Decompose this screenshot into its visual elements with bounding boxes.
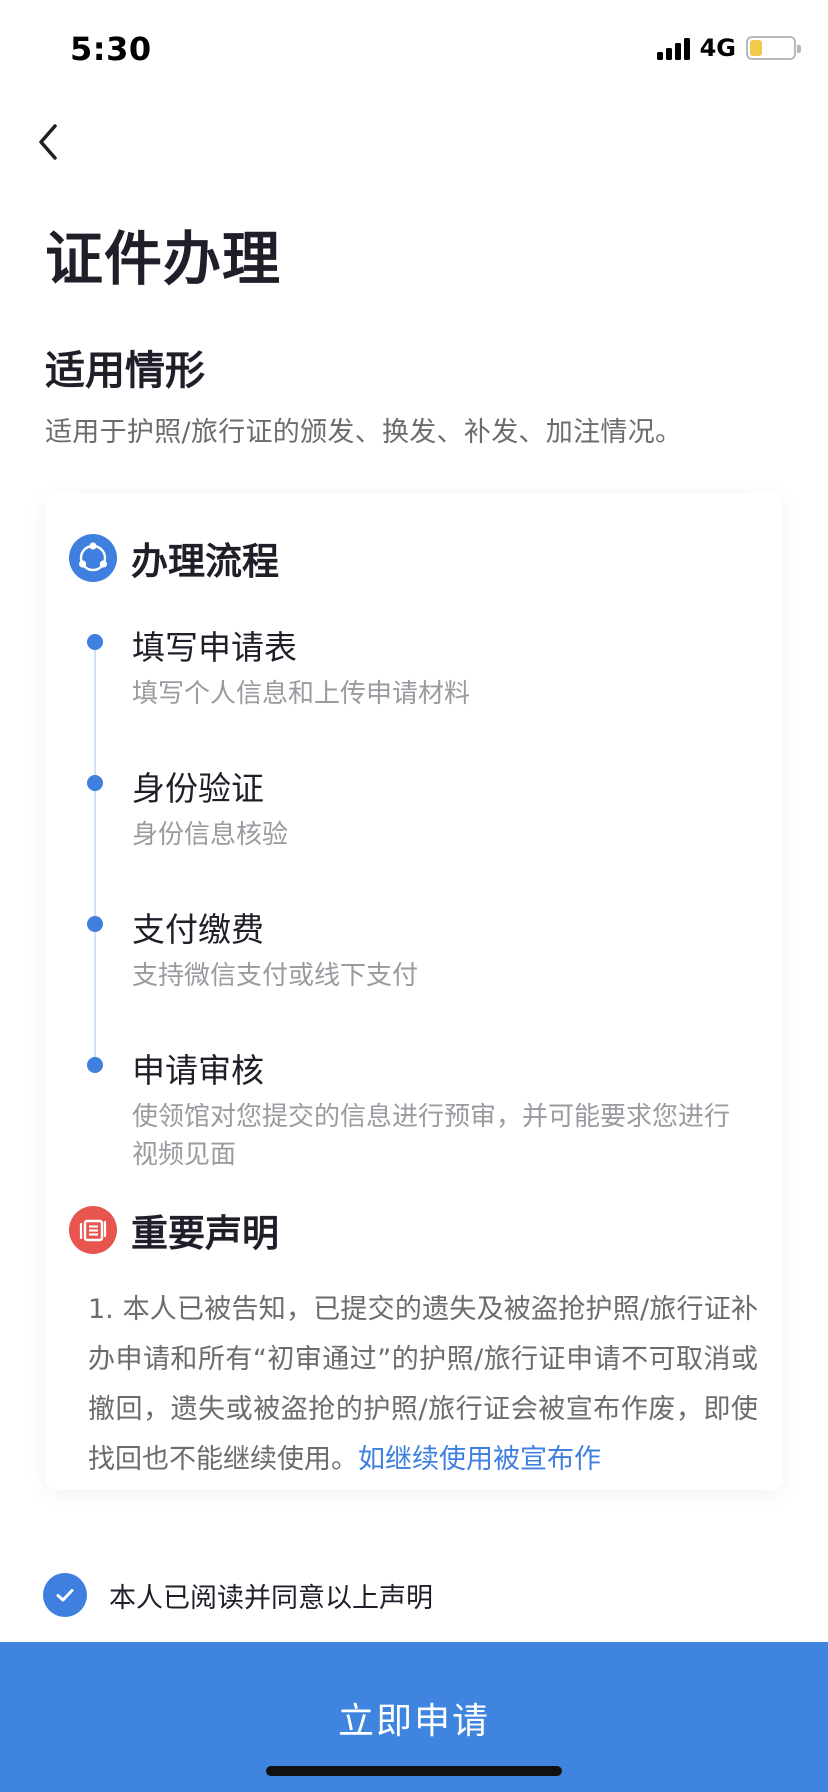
step-dot xyxy=(87,1057,103,1073)
declaration-link[interactable]: 如继续使用被宣布作 xyxy=(358,1444,601,1475)
step-description: 身份信息核验 xyxy=(132,820,289,850)
step-dot xyxy=(87,634,103,650)
step-description: 支持微信支付或线下支付 xyxy=(132,961,419,991)
process-header: 办理流程 xyxy=(69,531,279,585)
status-time: 5:30 xyxy=(70,30,152,68)
home-indicator xyxy=(266,1766,562,1776)
step-dot xyxy=(87,775,103,791)
declaration-text: 1. 本人已被告知，已提交的遗失及被盗抢护照/旅行证补办申请和所有“初审通过”的… xyxy=(88,1285,758,1485)
status-indicators: 4G xyxy=(656,34,801,62)
chevron-left-icon xyxy=(39,124,57,160)
network-label: 4G xyxy=(699,34,736,62)
status-bar: 5:30 4G xyxy=(0,0,828,100)
battery-icon xyxy=(746,36,801,60)
signal-icon xyxy=(656,36,690,60)
step-description: 填写个人信息和上传申请材料 xyxy=(132,679,471,709)
declaration-title: 重要声明 xyxy=(131,1212,279,1255)
step-title: 身份验证 xyxy=(132,769,264,808)
agreement-label: 本人已阅读并同意以上声明 xyxy=(109,1582,433,1614)
page-title: 证件办理 xyxy=(45,225,282,293)
step-title: 支付缴费 xyxy=(132,910,264,949)
apply-button-label: 立即申请 xyxy=(337,1700,490,1741)
scenario-description: 适用于护照/旅行证的颁发、换发、补发、加注情况。 xyxy=(45,417,683,448)
checkmark-icon[interactable] xyxy=(43,1573,87,1617)
process-title: 办理流程 xyxy=(131,540,279,583)
step-title: 填写申请表 xyxy=(132,628,297,667)
process-icon xyxy=(69,534,117,582)
info-card: 办理流程 填写申请表 填写个人信息和上传申请材料 身份验证 身份信息核验 支付缴… xyxy=(45,493,783,1490)
step-title: 申请审核 xyxy=(132,1051,264,1090)
step-description: 使领馆对您提交的信息进行预审，并可能要求您进行视频见面 xyxy=(132,1102,731,1170)
scenario-title: 适用情形 xyxy=(45,348,205,394)
step-dot xyxy=(87,916,103,932)
agreement-checkbox[interactable]: 本人已阅读并同意以上声明 xyxy=(43,1573,433,1617)
declaration-header: 重要声明 xyxy=(69,1203,279,1257)
back-button[interactable] xyxy=(24,118,72,166)
declaration-icon xyxy=(69,1206,117,1254)
timeline-line xyxy=(94,641,96,1063)
